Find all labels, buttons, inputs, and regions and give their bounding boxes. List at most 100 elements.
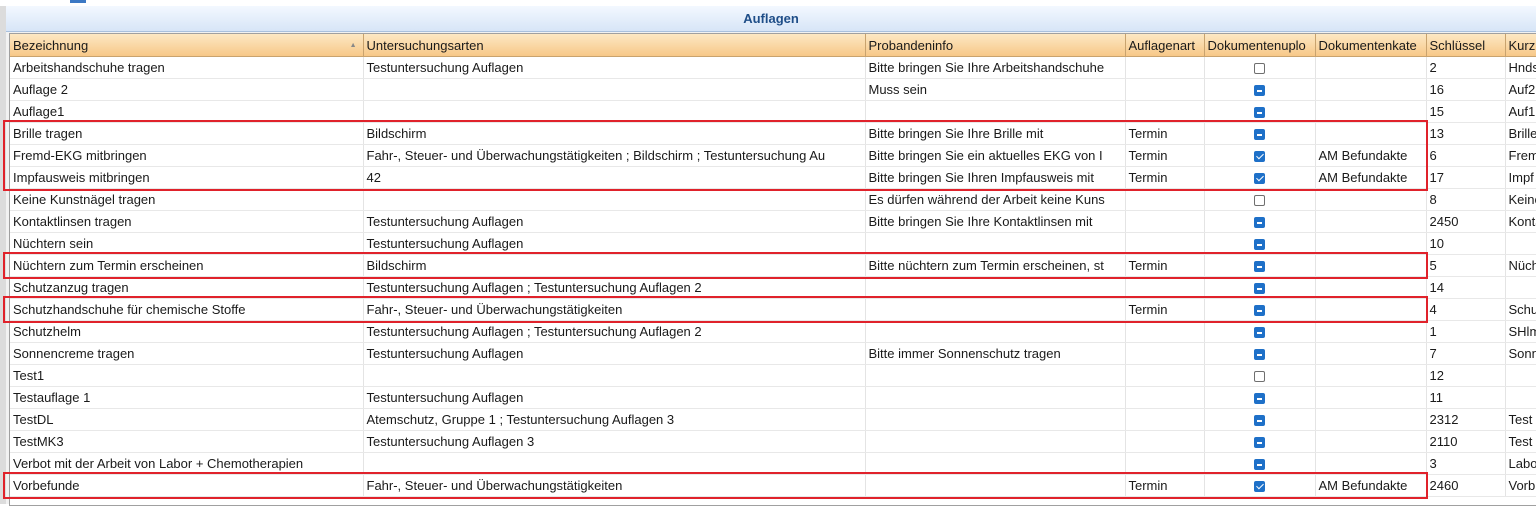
upload-checkbox[interactable] [1254, 195, 1265, 207]
cell-bezeichnung[interactable]: Arbeitshandschuhe tragen [10, 56, 364, 79]
column-header-probandeninfo[interactable]: Probandeninfo [865, 34, 1126, 57]
cell-probandeninfo[interactable] [865, 386, 1126, 409]
cell-schluessel[interactable]: 6 [1426, 144, 1506, 167]
upload-checkbox[interactable] [1254, 371, 1265, 383]
cell-probandeninfo[interactable]: Bitte nüchtern zum Termin erscheinen, st [865, 254, 1126, 277]
cell-dokumentenupload[interactable] [1204, 408, 1316, 431]
cell-schluessel[interactable]: 2312 [1426, 408, 1506, 431]
cell-kurz[interactable]: Frem [1505, 144, 1536, 167]
cell-kategorie[interactable] [1315, 452, 1427, 475]
cell-kurz[interactable] [1505, 386, 1536, 409]
cell-probandeninfo[interactable]: Es dürfen während der Arbeit keine Kuns [865, 188, 1126, 211]
cell-kurz[interactable]: SHlm [1505, 320, 1536, 343]
cell-schluessel[interactable]: 13 [1426, 122, 1506, 145]
cell-untersuchungsarten[interactable]: Testuntersuchung Auflagen [363, 210, 866, 233]
cell-auflagenart[interactable] [1125, 188, 1205, 211]
cell-probandeninfo[interactable]: Bitte immer Sonnenschutz tragen [865, 342, 1126, 365]
cell-dokumentenupload[interactable] [1204, 386, 1316, 409]
column-header-bezeichnung[interactable]: Bezeichnung ▲ [10, 34, 364, 57]
table-row[interactable]: Verbot mit der Arbeit von Labor + Chemot… [10, 452, 1536, 475]
cell-auflagenart[interactable]: Termin [1125, 254, 1205, 277]
cell-kategorie[interactable] [1315, 276, 1427, 299]
cell-probandeninfo[interactable]: Bitte bringen Sie Ihre Arbeitshandschuhe [865, 56, 1126, 79]
table-row[interactable]: Schutzhandschuhe für chemische Stoffe Fah… [10, 298, 1536, 321]
cell-untersuchungsarten[interactable]: Bildschirm [363, 122, 866, 145]
cell-schluessel[interactable]: 1 [1426, 320, 1506, 343]
cell-kategorie[interactable] [1315, 430, 1427, 453]
cell-auflagenart[interactable] [1125, 100, 1205, 123]
cell-kategorie[interactable] [1315, 100, 1427, 123]
cell-dokumentenupload[interactable] [1204, 254, 1316, 277]
cell-kategorie[interactable] [1315, 342, 1427, 365]
cell-schluessel[interactable]: 14 [1426, 276, 1506, 299]
cell-schluessel[interactable]: 17 [1426, 166, 1506, 189]
cell-kurz[interactable] [1505, 276, 1536, 299]
cell-auflagenart[interactable] [1125, 320, 1205, 343]
cell-dokumentenupload[interactable] [1204, 210, 1316, 233]
cell-auflagenart[interactable] [1125, 78, 1205, 101]
cell-probandeninfo[interactable] [865, 320, 1126, 343]
cell-probandeninfo[interactable] [865, 298, 1126, 321]
cell-probandeninfo[interactable] [865, 364, 1126, 387]
cell-dokumentenupload[interactable] [1204, 298, 1316, 321]
upload-checkbox[interactable] [1254, 349, 1265, 361]
cell-kategorie[interactable] [1315, 254, 1427, 277]
cell-probandeninfo[interactable] [865, 276, 1126, 299]
cell-bezeichnung[interactable]: Vorbefunde [10, 474, 364, 497]
cell-auflagenart[interactable]: Termin [1125, 166, 1205, 189]
upload-checkbox[interactable] [1254, 327, 1265, 339]
table-row[interactable]: TestDL Atemschutz, Gruppe 1 ; Testuntersu… [10, 408, 1536, 431]
table-row[interactable]: Auflage 2 Muss sein 16 Auf2 [10, 78, 1536, 101]
upload-checkbox[interactable] [1254, 217, 1265, 229]
cell-schluessel[interactable]: 10 [1426, 232, 1506, 255]
cell-kategorie[interactable]: AM Befundakte [1315, 474, 1427, 497]
cell-kurz[interactable] [1505, 232, 1536, 255]
cell-schluessel[interactable]: 2450 [1426, 210, 1506, 233]
cell-probandeninfo[interactable]: Bitte bringen Sie Ihre Brille mit [865, 122, 1126, 145]
cell-bezeichnung[interactable]: Auflage1 [10, 100, 364, 123]
cell-kategorie[interactable] [1315, 408, 1427, 431]
cell-untersuchungsarten[interactable]: Testuntersuchung Auflagen [363, 56, 866, 79]
cell-dokumentenupload[interactable] [1204, 188, 1316, 211]
table-row[interactable]: Test1 12 [10, 364, 1536, 387]
cell-probandeninfo[interactable] [865, 430, 1126, 453]
cell-untersuchungsarten[interactable]: Fahr-, Steuer- und Überwachungstätigkeit… [363, 298, 866, 321]
cell-dokumentenupload[interactable] [1204, 320, 1316, 343]
cell-dokumentenupload[interactable] [1204, 122, 1316, 145]
table-row[interactable]: Fremd-EKG mitbringen Fahr-, Steuer- und Ü… [10, 144, 1536, 167]
upload-checkbox[interactable] [1254, 393, 1265, 405]
cell-untersuchungsarten[interactable] [363, 78, 866, 101]
table-row[interactable]: Kontaktlinsen tragen Testuntersuchung Auf… [10, 210, 1536, 233]
cell-dokumentenupload[interactable] [1204, 56, 1316, 79]
cell-bezeichnung[interactable]: Test1 [10, 364, 364, 387]
cell-kurz[interactable]: Konta [1505, 210, 1536, 233]
cell-auflagenart[interactable] [1125, 386, 1205, 409]
cell-kategorie[interactable] [1315, 232, 1427, 255]
cell-schluessel[interactable]: 3 [1426, 452, 1506, 475]
cell-untersuchungsarten[interactable]: Atemschutz, Gruppe 1 ; Testuntersuchung … [363, 408, 866, 431]
cell-probandeninfo[interactable] [865, 474, 1126, 497]
cell-untersuchungsarten[interactable]: Fahr-, Steuer- und Überwachungstätigkeit… [363, 144, 866, 167]
cell-kategorie[interactable] [1315, 364, 1427, 387]
cell-untersuchungsarten[interactable] [363, 364, 866, 387]
cell-kurz[interactable]: Test [1505, 408, 1536, 431]
column-header-untersuchungsarten[interactable]: Untersuchungsarten [363, 34, 866, 57]
table-row[interactable]: Auflage1 15 Auf1 [10, 100, 1536, 123]
table-row[interactable]: Vorbefunde Fahr-, Steuer- und Überwachung… [10, 474, 1536, 497]
table-row[interactable]: Keine Kunstnägel tragen Es dürfen während… [10, 188, 1536, 211]
cell-untersuchungsarten[interactable]: 42 [363, 166, 866, 189]
cell-dokumentenupload[interactable] [1204, 144, 1316, 167]
cell-bezeichnung[interactable]: Impfausweis mitbringen [10, 166, 364, 189]
column-header-auflagenart[interactable]: Auflagenart [1125, 34, 1205, 57]
cell-dokumentenupload[interactable] [1204, 100, 1316, 123]
cell-schluessel[interactable]: 15 [1426, 100, 1506, 123]
cell-schluessel[interactable]: 12 [1426, 364, 1506, 387]
cell-auflagenart[interactable] [1125, 342, 1205, 365]
cell-untersuchungsarten[interactable] [363, 100, 866, 123]
cell-bezeichnung[interactable]: Fremd-EKG mitbringen [10, 144, 364, 167]
cell-schluessel[interactable]: 2 [1426, 56, 1506, 79]
cell-kurz[interactable] [1505, 364, 1536, 387]
cell-kategorie[interactable] [1315, 188, 1427, 211]
upload-checkbox[interactable] [1254, 173, 1265, 185]
upload-checkbox[interactable] [1254, 459, 1265, 471]
